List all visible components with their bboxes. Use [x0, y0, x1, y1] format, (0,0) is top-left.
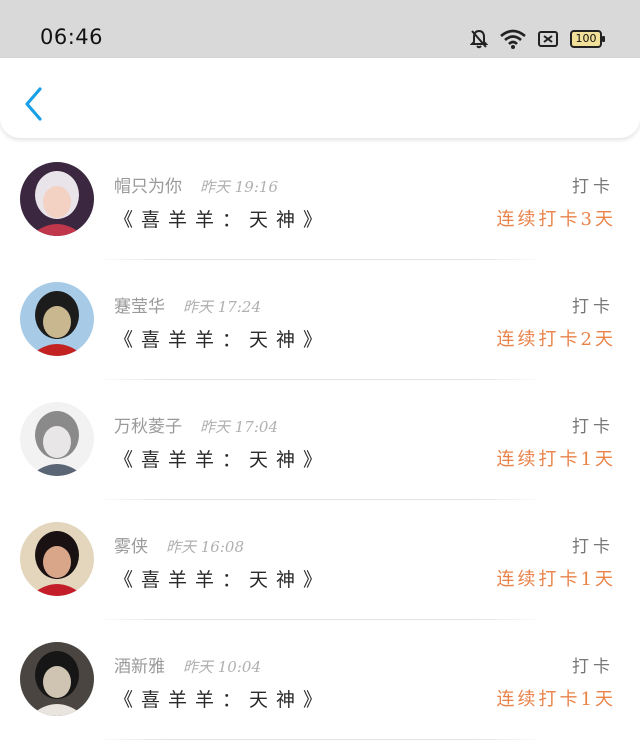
post-time: 昨天 17:04	[200, 418, 278, 436]
checkin-label: 打卡	[572, 417, 614, 437]
user-name[interactable]: 雾侠	[114, 537, 148, 557]
streak-text: 连续打卡3天	[496, 209, 616, 230]
streak-text: 连续打卡2天	[496, 329, 616, 350]
user-name[interactable]: 蹇莹华	[114, 297, 165, 317]
avatar-face	[43, 666, 71, 698]
list-item[interactable]: 雾侠 昨天 16:08 《喜羊羊：天神》 打卡 连续打卡1天	[0, 500, 640, 620]
avatar[interactable]	[20, 642, 94, 716]
sim-off-icon	[538, 31, 558, 47]
checkin-label: 打卡	[572, 657, 614, 677]
avatar[interactable]	[20, 162, 94, 236]
chevron-left-icon	[25, 87, 42, 121]
post-time: 昨天 10:04	[183, 658, 261, 676]
status-bar: 06:46 100	[0, 0, 640, 58]
checkin-label: 打卡	[572, 297, 614, 317]
streak-text: 连续打卡1天	[496, 449, 616, 470]
avatar-face	[43, 186, 71, 218]
wifi-icon	[500, 29, 526, 49]
back-button[interactable]	[22, 86, 48, 122]
avatar-face	[43, 546, 71, 578]
user-name[interactable]: 帽只为你	[114, 177, 182, 197]
post-time: 昨天 17:24	[183, 298, 261, 316]
book-title[interactable]: 《喜羊羊：天神》	[114, 325, 330, 352]
battery-icon: 100	[570, 30, 605, 48]
list-item[interactable]: 帽只为你 昨天 19:16 《喜羊羊：天神》 打卡 连续打卡3天	[0, 140, 640, 260]
book-title[interactable]: 《喜羊羊：天神》	[114, 445, 330, 472]
navigation-bar	[0, 58, 640, 138]
status-icons: 100	[470, 28, 605, 50]
bell-off-icon	[470, 29, 488, 49]
list-item[interactable]: 蹇莹华 昨天 17:24 《喜羊羊：天神》 打卡 连续打卡2天	[0, 260, 640, 380]
checkin-label: 打卡	[572, 537, 614, 557]
list-item[interactable]: 酒新雅 昨天 10:04 《喜羊羊：天神》 打卡 连续打卡1天	[0, 620, 640, 740]
post-time: 昨天 19:16	[200, 178, 278, 196]
user-name[interactable]: 万秋菱子	[114, 417, 182, 437]
user-name[interactable]: 酒新雅	[114, 657, 165, 677]
avatar-face	[43, 306, 71, 338]
streak-text: 连续打卡1天	[496, 689, 616, 710]
avatar[interactable]	[20, 402, 94, 476]
avatar-face	[43, 426, 71, 458]
book-title[interactable]: 《喜羊羊：天神》	[114, 205, 330, 232]
streak-text: 连续打卡1天	[496, 569, 616, 590]
avatar[interactable]	[20, 522, 94, 596]
post-time: 昨天 16:08	[166, 538, 244, 556]
checkin-label: 打卡	[572, 177, 614, 197]
book-title[interactable]: 《喜羊羊：天神》	[114, 565, 330, 592]
book-title[interactable]: 《喜羊羊：天神》	[114, 685, 330, 712]
status-time: 06:46	[40, 25, 104, 49]
avatar[interactable]	[20, 282, 94, 356]
list-item[interactable]: 万秋菱子 昨天 17:04 《喜羊羊：天神》 打卡 连续打卡1天	[0, 380, 640, 500]
checkin-list: 帽只为你 昨天 19:16 《喜羊羊：天神》 打卡 连续打卡3天 蹇莹华 昨天 17…	[0, 140, 640, 740]
